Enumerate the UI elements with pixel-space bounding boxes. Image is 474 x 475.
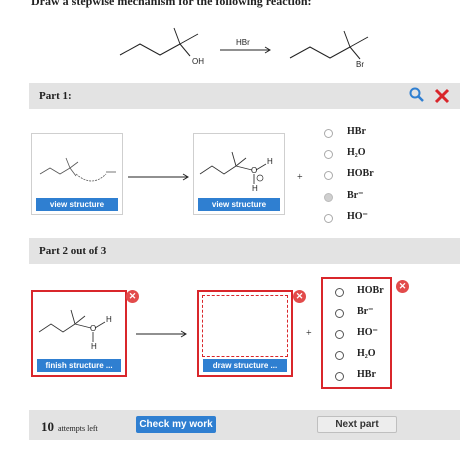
part1-option-ho[interactable]: HO⁻ — [347, 211, 368, 222]
part1-option-h2o[interactable]: H₂O — [347, 147, 366, 158]
part2-draw-structure-button[interactable]: draw structure ... — [203, 359, 287, 372]
part1-structure-panel-right: O H H view structure — [193, 133, 285, 215]
part1-structure-panel-left: view structure — [31, 133, 123, 215]
part2-label: Part 2 out of 3 — [39, 245, 107, 257]
check-my-work-button[interactable]: Check my work — [136, 416, 216, 433]
part1-option-hobr[interactable]: HOBr — [347, 168, 374, 179]
reactant-oh-label: OH — [192, 57, 204, 66]
part1-option-radio-hbr[interactable] — [324, 129, 333, 138]
part2-structure-panel-finish[interactable]: O H H finish structure ... — [31, 290, 127, 377]
part2-option-radio-hobr[interactable] — [335, 288, 344, 297]
part2-draw-error-close-icon[interactable]: ✕ — [293, 290, 306, 303]
part2-option-h2o[interactable]: H₂O — [357, 348, 376, 359]
part1-option-radio-h2o[interactable] — [324, 150, 333, 159]
part1-plus-sign: + — [297, 172, 303, 183]
part2-structure-drawing: O H H — [38, 309, 112, 351]
svg-text:H: H — [267, 157, 273, 166]
svg-text:O: O — [251, 166, 257, 175]
part2-option-br[interactable]: Br⁻ — [357, 306, 373, 317]
part2-option-radio-hbr[interactable] — [335, 372, 344, 381]
mechanism-structure-right: O H H — [199, 151, 273, 193]
reaction-scheme: OH HBr Br — [119, 27, 369, 69]
part2-option-radio-br[interactable] — [335, 309, 344, 318]
part1-label: Part 1: — [39, 90, 72, 102]
attempts-label: attempts left — [58, 424, 98, 433]
part1-option-radio-hobr[interactable] — [324, 171, 333, 180]
attempts-count: 10 — [41, 419, 54, 434]
reaction-arrow-icon — [128, 173, 189, 181]
part1-header: Part 1: — [29, 83, 460, 109]
close-icon[interactable] — [434, 88, 450, 104]
part2-options-box: HOBr Br⁻ HO⁻ H₂O HBr — [321, 277, 392, 389]
part1-option-hbr[interactable]: HBr — [347, 126, 366, 137]
mechanism-structure-left — [39, 157, 116, 182]
draw-area[interactable] — [202, 295, 288, 357]
part1-view-structure-button-left[interactable]: view structure — [36, 198, 118, 211]
part2-options-error-close-icon[interactable]: ✕ — [396, 280, 409, 293]
part1-option-radio-ho[interactable] — [324, 214, 333, 223]
svg-text:H: H — [106, 315, 112, 324]
next-part-button[interactable]: Next part — [317, 416, 397, 433]
question-title: Draw a stepwise mechanism for the follow… — [31, 0, 312, 8]
svg-text:O: O — [90, 324, 96, 333]
part2-header: Part 2 out of 3 — [29, 238, 460, 264]
part2-option-radio-h2o[interactable] — [335, 351, 344, 360]
search-icon[interactable] — [409, 87, 425, 103]
part2-reaction-arrow-icon — [136, 330, 187, 338]
svg-text:H: H — [252, 184, 258, 193]
part1-view-structure-button-right[interactable]: view structure — [198, 198, 280, 211]
product-br-label: Br — [356, 60, 364, 69]
svg-text:H: H — [91, 342, 97, 351]
part2-option-ho[interactable]: HO⁻ — [357, 327, 378, 338]
part2-finish-structure-button[interactable]: finish structure ... — [37, 359, 121, 372]
part2-option-radio-ho[interactable] — [335, 330, 344, 339]
part2-finish-error-close-icon[interactable]: ✕ — [126, 290, 139, 303]
part1-option-br[interactable]: Br⁻ — [347, 190, 363, 201]
part1-option-radio-br[interactable] — [324, 193, 333, 202]
part2-plus-sign: + — [306, 328, 312, 339]
part2-option-hbr[interactable]: HBr — [357, 369, 376, 380]
reagent-label: HBr — [236, 38, 250, 47]
part2-structure-panel-draw[interactable]: draw structure ... — [197, 290, 293, 377]
attempts-indicator: 10 attempts left — [41, 418, 98, 436]
part2-option-hobr[interactable]: HOBr — [357, 285, 384, 296]
